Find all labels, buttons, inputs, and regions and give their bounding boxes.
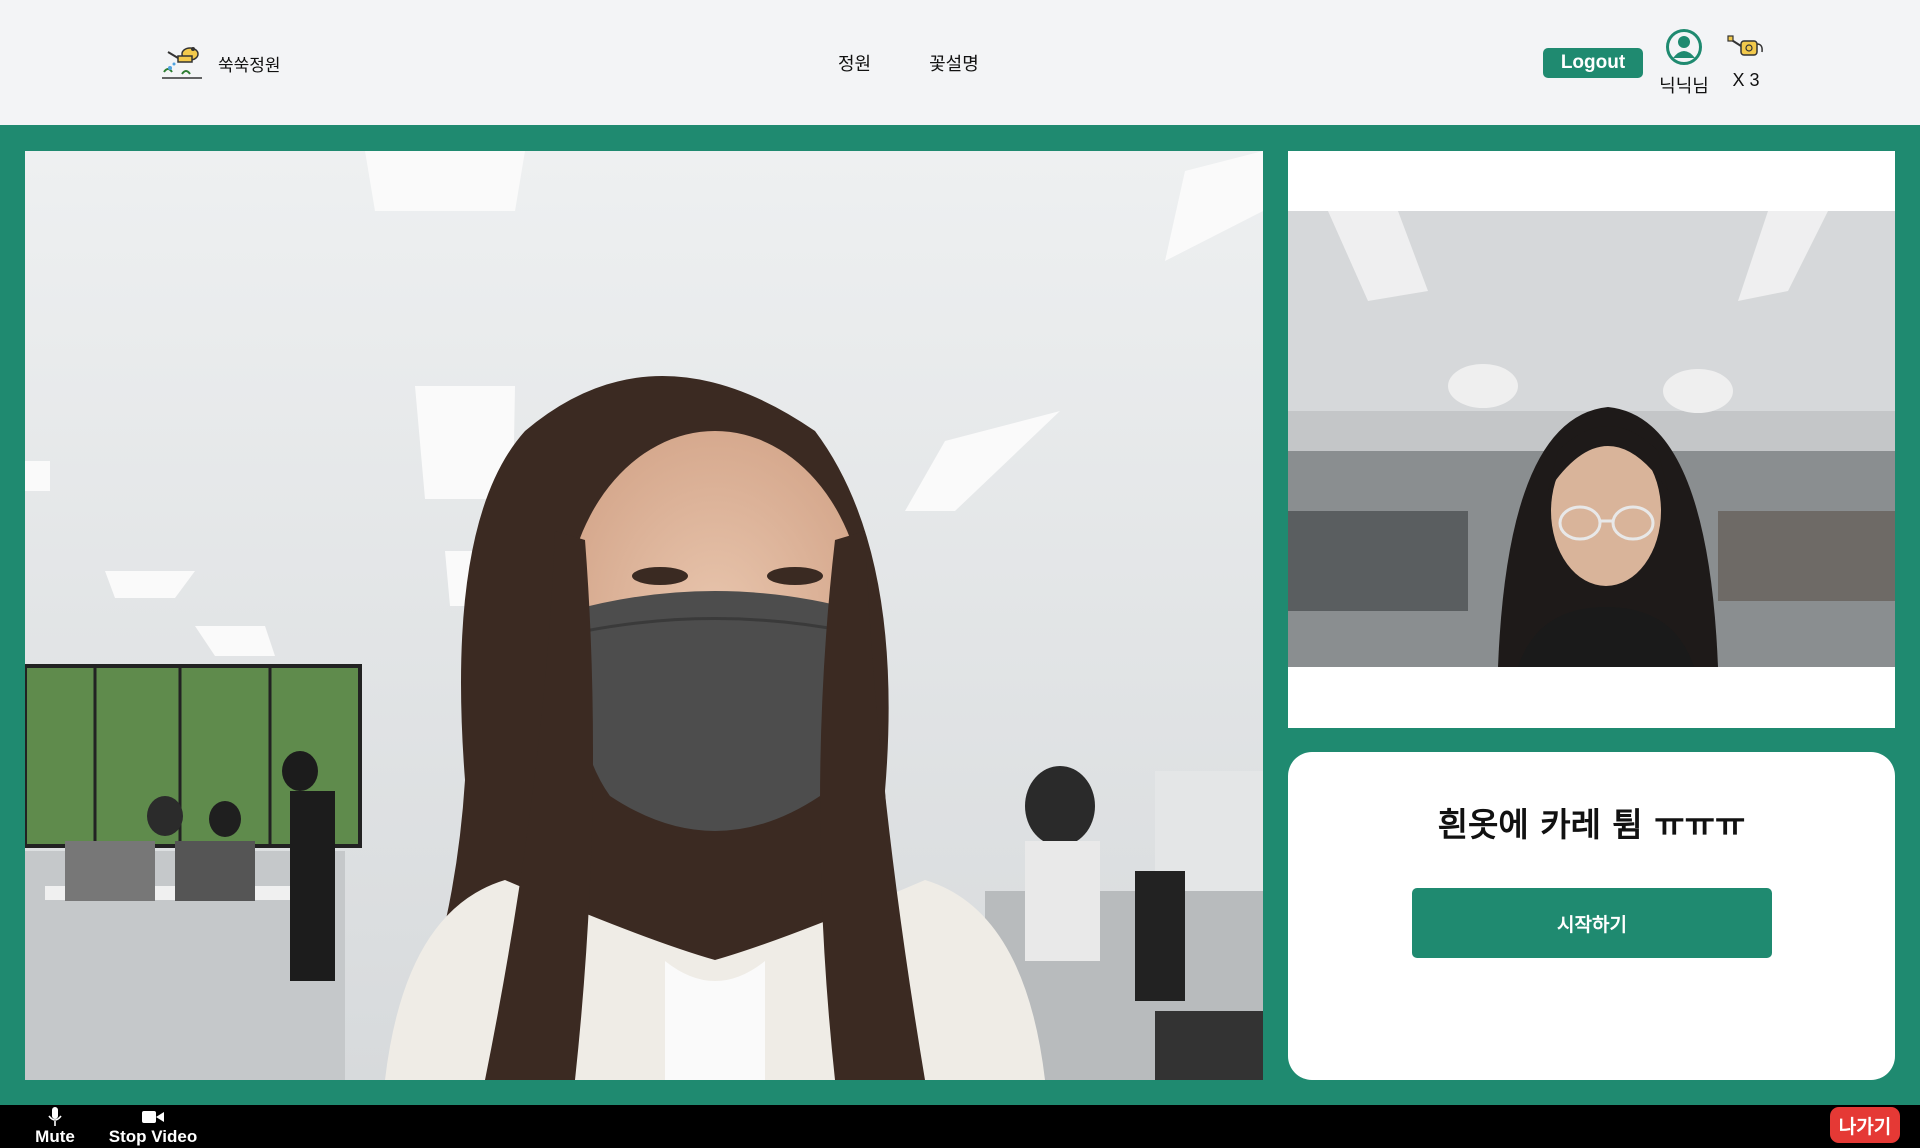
- camera-feed-graphic: [25, 151, 1263, 1080]
- main-video-feed: [25, 151, 1263, 1080]
- mute-label: Mute: [35, 1127, 75, 1146]
- conversation-topic: 흰옷에 카레 튐 ㅠㅠㅠ: [1437, 805, 1746, 844]
- video-camera-icon: [142, 1111, 164, 1123]
- stop-video-label: Stop Video: [108, 1127, 198, 1146]
- brand[interactable]: 쑥쑥정원: [160, 44, 281, 82]
- user-profile[interactable]: 닉닉님: [1652, 28, 1716, 98]
- peer-camera-graphic: [1288, 211, 1895, 667]
- watering-can-counter: X 3: [1720, 33, 1772, 91]
- user-name: 닉닉님: [1659, 76, 1709, 97]
- logout-button[interactable]: Logout: [1543, 48, 1643, 78]
- stop-video-button[interactable]: Stop Video: [108, 1107, 198, 1147]
- leave-button[interactable]: 나가기: [1830, 1107, 1900, 1143]
- microphone-icon: [48, 1107, 62, 1126]
- user-circle-icon: [1666, 29, 1702, 65]
- topic-card: 흰옷에 카레 튐 ㅠㅠㅠ 시작하기: [1288, 752, 1895, 1080]
- watering-can-count: X 3: [1732, 70, 1760, 90]
- main-nav: 정원 꽃설명: [838, 50, 979, 76]
- watering-can-logo-icon: [162, 47, 202, 79]
- peer-video-panel: [1288, 151, 1895, 728]
- nav-item-flower-info[interactable]: 꽃설명: [929, 50, 979, 76]
- call-control-bar: Mute Stop Video: [0, 1105, 1920, 1148]
- nav-item-garden[interactable]: 정원: [838, 50, 871, 76]
- top-navbar: 쑥쑥정원 정원 꽃설명 Logout 닉닉님 X 3: [0, 0, 1920, 125]
- video-stage: 흰옷에 카레 튐 ㅠㅠㅠ 시작하기: [0, 125, 1920, 1105]
- watering-can-icon: [1727, 35, 1763, 56]
- mute-button[interactable]: Mute: [30, 1107, 80, 1147]
- peer-video-feed: [1288, 211, 1895, 667]
- start-button[interactable]: 시작하기: [1412, 888, 1772, 958]
- brand-name: 쑥쑥정원: [218, 55, 281, 76]
